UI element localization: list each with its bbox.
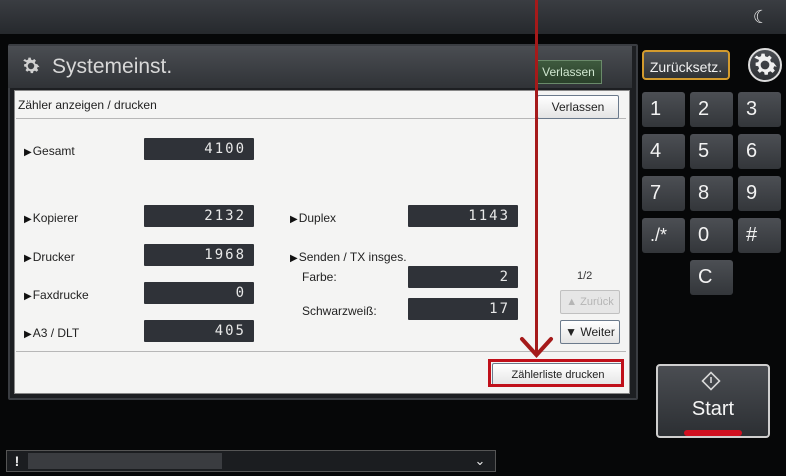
highlight-annotation — [488, 359, 624, 387]
counter-label-duplex: ▶Duplex — [290, 211, 336, 225]
key-hash[interactable]: # — [738, 218, 781, 253]
counter-label-text: Senden / TX insges. — [298, 250, 407, 264]
back-button-label: Zurück — [580, 296, 614, 308]
counter-label-copier: ▶Kopierer — [24, 211, 78, 225]
counter-label-text: Faxdrucke — [32, 288, 89, 302]
key-0[interactable]: 0 — [690, 218, 733, 253]
counter-label-text: Drucker — [32, 250, 75, 264]
triangle-right-icon: ▶ — [290, 214, 298, 225]
settings-button[interactable] — [748, 48, 782, 82]
counter-label-send: ▶Senden / TX insges. — [290, 250, 407, 264]
next-button[interactable]: ▼ Weiter — [560, 320, 620, 344]
start-diamond-icon — [700, 370, 722, 392]
key-dot-star[interactable]: ./* — [642, 218, 685, 253]
counter-value-a3: 405 — [144, 320, 254, 342]
counter-label-text: Gesamt — [32, 144, 75, 158]
triangle-up-icon: ▲ — [566, 296, 581, 308]
back-button[interactable]: ▲ Zurück — [560, 290, 620, 314]
key-3[interactable]: 3 — [738, 92, 781, 127]
counter-label-text: Duplex — [298, 211, 337, 225]
counter-label-color: Farbe: — [302, 270, 337, 284]
key-9[interactable]: 9 — [738, 176, 781, 211]
counter-value-bw: 17 — [408, 298, 518, 320]
triangle-down-icon: ▼ — [565, 325, 581, 339]
counter-label-fax: ▶Faxdrucke — [24, 288, 89, 302]
exit-button[interactable]: Verlassen — [537, 95, 619, 119]
triangle-right-icon: ▶ — [24, 147, 32, 158]
counter-label-printer: ▶Drucker — [24, 250, 75, 264]
warning-icon: ! — [14, 453, 20, 469]
key-5[interactable]: 5 — [690, 134, 733, 169]
key-2[interactable]: 2 — [690, 92, 733, 127]
triangle-right-icon: ▶ — [24, 291, 32, 302]
counter-value-color: 2 — [408, 266, 518, 288]
counter-value-copier: 2132 — [144, 205, 254, 227]
reset-button[interactable]: Zurücksetz. — [642, 50, 730, 80]
key-7[interactable]: 7 — [642, 176, 685, 211]
start-underline-annotation — [684, 430, 742, 436]
key-1[interactable]: 1 — [642, 92, 685, 127]
exit-header-button[interactable]: Verlassen — [535, 60, 602, 84]
counter-value-fax: 0 — [144, 282, 254, 304]
next-button-label: Weiter — [580, 325, 615, 339]
status-message — [28, 453, 222, 469]
moon-icon[interactable]: ☾ — [750, 6, 772, 28]
counter-value-total: 4100 — [144, 138, 254, 160]
counter-label-a3: ▶A3 / DLT — [24, 326, 79, 340]
gear-icon — [754, 53, 777, 75]
counter-label-text: Kopierer — [32, 211, 79, 225]
key-4[interactable]: 4 — [642, 134, 685, 169]
chevron-down-icon[interactable]: ⌄ — [466, 451, 494, 471]
key-8[interactable]: 8 — [690, 176, 733, 211]
triangle-right-icon: ▶ — [290, 253, 298, 264]
counter-label-total: ▶Gesamt — [24, 144, 75, 158]
triangle-right-icon: ▶ — [24, 253, 32, 264]
key-6[interactable]: 6 — [738, 134, 781, 169]
triangle-right-icon: ▶ — [24, 214, 32, 225]
counter-value-duplex: 1143 — [408, 205, 518, 227]
page-title: Systemeinst. — [52, 55, 173, 78]
triangle-right-icon: ▶ — [24, 329, 32, 340]
key-clear[interactable]: C — [690, 260, 733, 295]
section-title: Zähler anzeigen / drucken — [18, 98, 157, 112]
top-status-bar — [0, 0, 786, 34]
gear-icon — [20, 55, 42, 77]
arrow-annotation-line — [535, 0, 538, 352]
page-indicator: 1/2 — [577, 270, 593, 282]
counter-label-text: A3 / DLT — [32, 326, 80, 340]
counter-label-bw: Schwarzweiß: — [302, 304, 377, 318]
arrow-annotation-head — [519, 336, 554, 358]
start-button-label: Start — [691, 398, 735, 420]
counter-value-printer: 1968 — [144, 244, 254, 266]
